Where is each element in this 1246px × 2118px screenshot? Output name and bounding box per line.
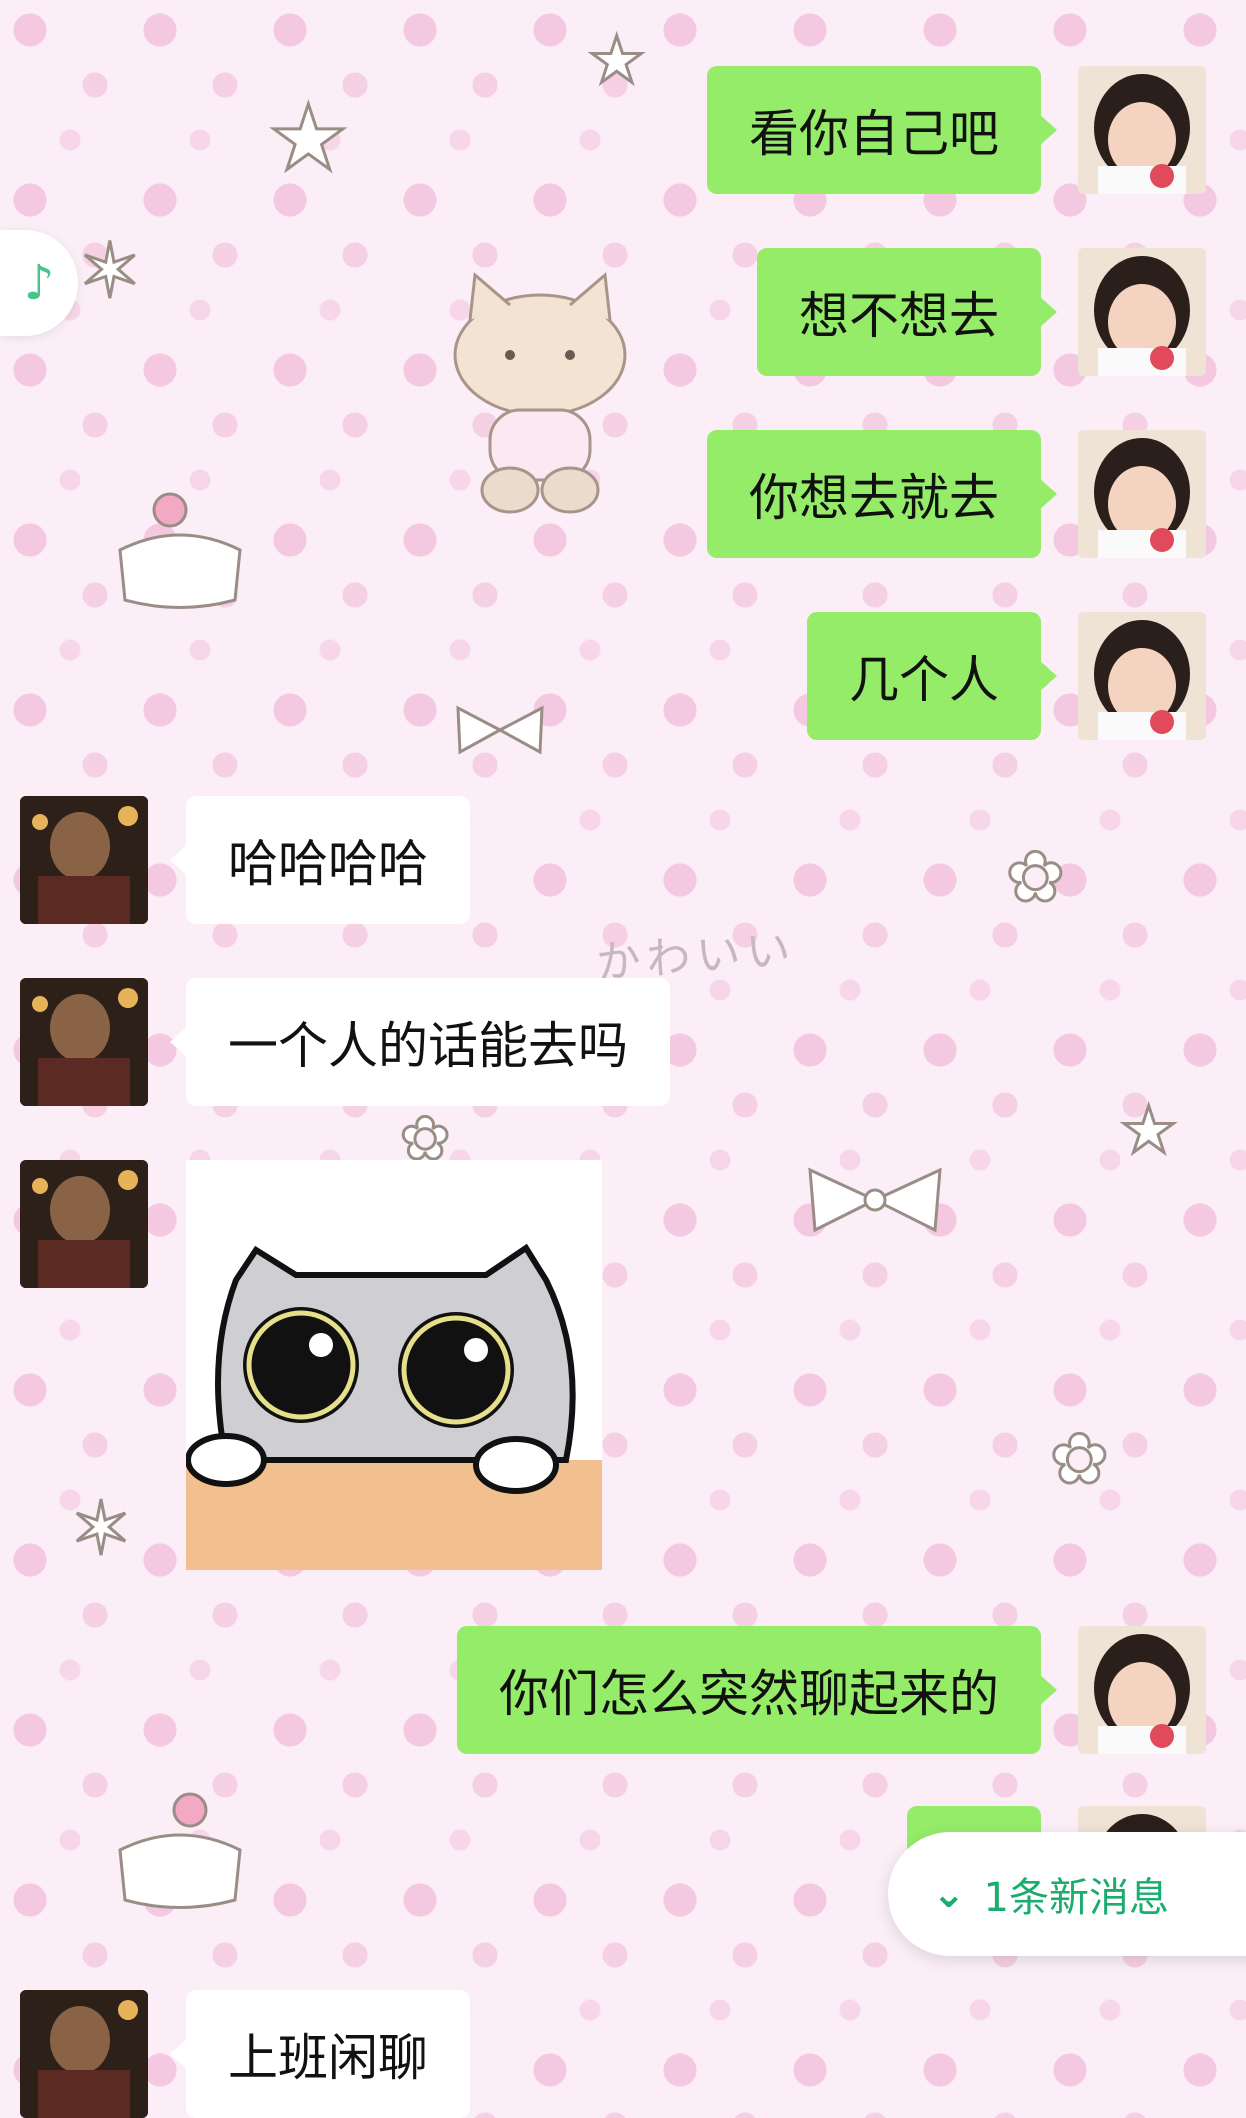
new-message-label: 1条新消息	[983, 1875, 1169, 1921]
contact-avatar[interactable]	[20, 1990, 148, 2118]
my-message-bubble[interactable]: 想不想去	[757, 248, 1057, 376]
new-message-button[interactable]: ⌄ 1条新消息	[888, 1832, 1246, 1956]
avatar-photo	[20, 796, 148, 924]
avatar-photo	[1078, 612, 1206, 740]
my-avatar[interactable]	[1078, 612, 1206, 740]
contact-avatar[interactable]	[20, 1160, 148, 1288]
message-row: 你想去就去	[0, 430, 1246, 558]
message-row: 几个人	[0, 612, 1246, 740]
message-row: 想不想去	[0, 248, 1246, 376]
avatar-photo	[1078, 1626, 1206, 1754]
contact-avatar[interactable]	[20, 796, 148, 924]
message-row: 你们怎么突然聊起来的	[0, 1626, 1246, 1754]
my-message-bubble[interactable]: 几个人	[807, 612, 1057, 740]
cat-sticker-message[interactable]	[186, 1160, 602, 1570]
my-message-bubble[interactable]: 看你自己吧	[707, 66, 1057, 194]
my-avatar[interactable]	[1078, 248, 1206, 376]
my-message-bubble[interactable]: 你想去就去	[707, 430, 1057, 558]
avatar-photo	[20, 978, 148, 1106]
contact-avatar[interactable]	[20, 978, 148, 1106]
my-message-bubble[interactable]: 你们怎么突然聊起来的	[457, 1626, 1057, 1754]
avatar-photo	[1078, 66, 1206, 194]
avatar-photo	[1078, 430, 1206, 558]
my-avatar[interactable]	[1078, 66, 1206, 194]
avatar-photo	[20, 1990, 148, 2118]
message-row: 看你自己吧	[0, 66, 1246, 194]
message-row: 哈哈哈哈	[0, 796, 1246, 924]
gray-cat-peeking-sticker	[186, 1160, 602, 1570]
my-avatar[interactable]	[1078, 1626, 1206, 1754]
avatar-photo	[20, 1160, 148, 1288]
contact-message-bubble[interactable]: 上班闲聊	[170, 1990, 470, 2118]
contact-message-bubble[interactable]: 哈哈哈哈	[170, 796, 470, 924]
message-row	[0, 1160, 1246, 1572]
message-row: 一个人的话能去吗	[0, 978, 1246, 1106]
avatar-photo	[1078, 248, 1206, 376]
my-avatar[interactable]	[1078, 430, 1206, 558]
contact-message-bubble[interactable]: 一个人的话能去吗	[170, 978, 670, 1106]
chevron-double-down-icon: ⌄	[932, 1871, 966, 1917]
message-row: 上班闲聊	[0, 1990, 1246, 2118]
